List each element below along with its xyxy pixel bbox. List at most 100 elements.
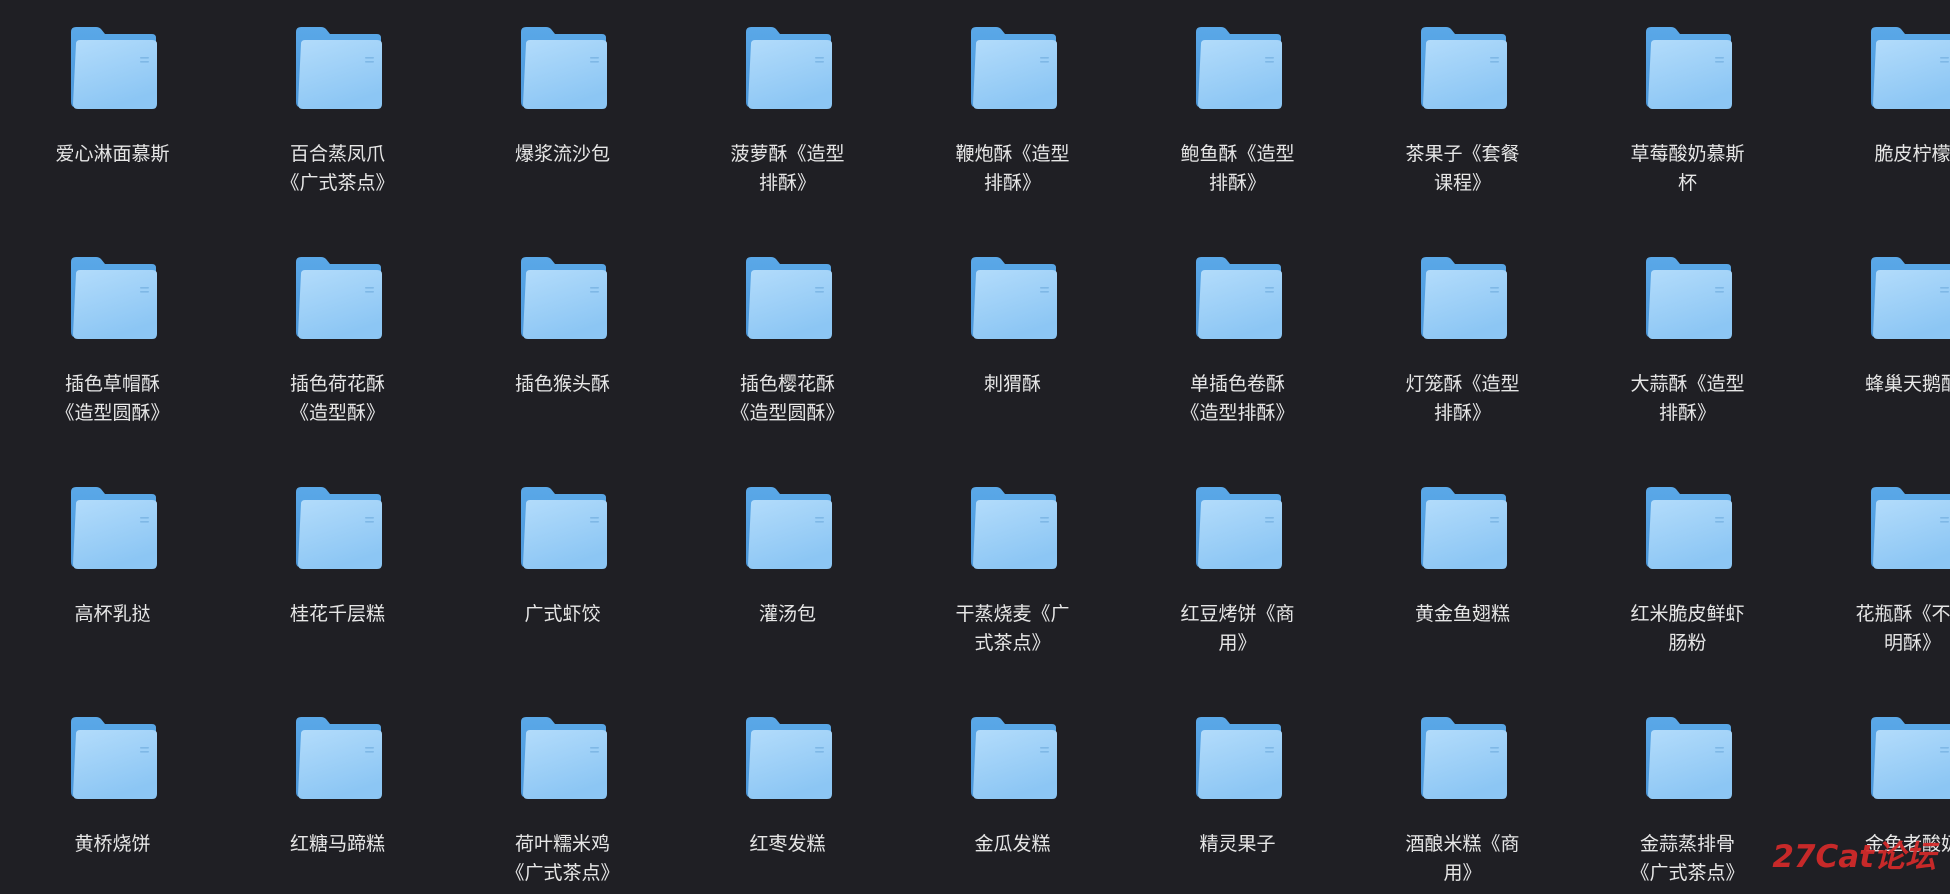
folder-icon xyxy=(1870,257,1950,339)
folder-icon xyxy=(745,487,832,569)
folder-label: 荷叶糯米鸡《广式茶点》 xyxy=(505,833,620,884)
folder-icon xyxy=(1195,27,1282,109)
folder-item[interactable]: 鞭炮酥《造型排酥》 xyxy=(900,0,1125,230)
folder-item[interactable]: 茶果子《套餐课程》 xyxy=(1350,0,1575,230)
folder-label: 金瓜发糕 xyxy=(974,833,1051,855)
folder-icon xyxy=(1870,27,1950,109)
folder-item[interactable]: 桂花千层糕 xyxy=(225,460,450,690)
folder-label: 金蒜蒸排骨《广式茶点》 xyxy=(1630,833,1745,884)
folder-icon xyxy=(295,487,382,569)
folder-icon xyxy=(970,487,1057,569)
folder-label: 高杯乳挞 xyxy=(74,603,151,625)
folder-icon xyxy=(295,27,382,109)
folder-label: 花瓶酥《不冻明酥》 xyxy=(1855,603,1950,654)
folder-item[interactable]: 爱心淋面慕斯 xyxy=(0,0,225,230)
folder-icon xyxy=(1870,717,1950,799)
folder-label: 爱心淋面慕斯 xyxy=(55,143,170,165)
folder-item[interactable]: 荷叶糯米鸡《广式茶点》 xyxy=(450,690,675,894)
folder-label: 红米脆皮鲜虾肠粉 xyxy=(1630,603,1745,654)
folder-item[interactable]: 高杯乳挞 xyxy=(0,460,225,690)
folder-icon xyxy=(1645,257,1732,339)
folder-label: 黄金鱼翅糕 xyxy=(1414,603,1510,625)
folder-item[interactable]: 插色荷花酥《造型酥》 xyxy=(225,230,450,460)
folder-icon xyxy=(1195,717,1282,799)
folder-item[interactable]: 红糖马蹄糕 xyxy=(225,690,450,894)
folder-item[interactable]: 花瓶酥《不冻明酥》 xyxy=(1800,460,1950,690)
folder-item[interactable]: 刺猬酥 xyxy=(900,230,1125,460)
folder-icon xyxy=(1420,257,1507,339)
folder-item[interactable]: 鲍鱼酥《造型排酥》 xyxy=(1125,0,1350,230)
folder-item[interactable]: 草莓酸奶慕斯杯 xyxy=(1575,0,1800,230)
folder-icon xyxy=(1870,487,1950,569)
folder-item[interactable]: 干蒸烧麦《广式茶点》 xyxy=(900,460,1125,690)
folder-label: 灌汤包 xyxy=(758,603,816,625)
folder-item[interactable]: 金蒜蒸排骨《广式茶点》 xyxy=(1575,690,1800,894)
folder-label: 刺猬酥 xyxy=(983,373,1041,395)
watermark-logo: 27Cat论坛 xyxy=(1772,839,1936,875)
folder-label: 干蒸烧麦《广式茶点》 xyxy=(955,603,1070,654)
folder-label: 草莓酸奶慕斯杯 xyxy=(1630,143,1745,194)
folder-item[interactable]: 插色草帽酥《造型圆酥》 xyxy=(0,230,225,460)
folder-icon xyxy=(1645,717,1732,799)
folder-icon xyxy=(520,487,607,569)
folder-item[interactable]: 蜂巢天鹅酥 xyxy=(1800,230,1950,460)
folder-label: 红豆烤饼《商用》 xyxy=(1180,603,1295,654)
folder-label: 百合蒸凤爪《广式茶点》 xyxy=(280,143,395,194)
folder-item[interactable]: 红枣发糕 xyxy=(675,690,900,894)
folder-item[interactable]: 金瓜发糕 xyxy=(900,690,1125,894)
folder-icon xyxy=(1645,27,1732,109)
folder-label: 插色樱花酥《造型圆酥》 xyxy=(730,373,845,424)
folder-label: 插色草帽酥《造型圆酥》 xyxy=(55,373,170,424)
folder-icon xyxy=(70,717,157,799)
folder-item[interactable]: 精灵果子 xyxy=(1125,690,1350,894)
folder-icon xyxy=(70,487,157,569)
folder-icon xyxy=(970,27,1057,109)
folder-icon xyxy=(1420,717,1507,799)
folder-icon xyxy=(70,257,157,339)
folder-icon xyxy=(70,27,157,109)
folder-item[interactable]: 红米脆皮鲜虾肠粉 xyxy=(1575,460,1800,690)
folder-icon xyxy=(1420,487,1507,569)
folder-icon xyxy=(295,717,382,799)
folder-item[interactable]: 菠萝酥《造型排酥》 xyxy=(675,0,900,230)
folder-item[interactable]: 单插色卷酥《造型排酥》 xyxy=(1125,230,1350,460)
folder-label: 菠萝酥《造型排酥》 xyxy=(730,143,845,194)
folder-label: 大蒜酥《造型排酥》 xyxy=(1630,373,1745,424)
folder-label: 红糖马蹄糕 xyxy=(289,833,385,855)
folder-label: 黄桥烧饼 xyxy=(74,833,151,855)
folder-icon xyxy=(745,257,832,339)
folder-item[interactable]: 爆浆流沙包 xyxy=(450,0,675,230)
folder-item[interactable]: 灌汤包 xyxy=(675,460,900,690)
folder-label: 广式虾饺 xyxy=(524,603,601,625)
folder-item[interactable]: 插色猴头酥 xyxy=(450,230,675,460)
folder-item[interactable]: 插色樱花酥《造型圆酥》 xyxy=(675,230,900,460)
folder-label: 鞭炮酥《造型排酥》 xyxy=(955,143,1070,194)
folder-icon xyxy=(970,717,1057,799)
folder-item[interactable]: 酒酿米糕《商用》 xyxy=(1350,690,1575,894)
folder-grid: 爱心淋面慕斯 百合蒸凤爪《广式茶点》 爆浆流沙包 菠萝酥《造型排酥》 鞭炮酥《造… xyxy=(0,0,1950,894)
folder-label: 桂花千层糕 xyxy=(289,603,385,625)
folder-icon xyxy=(745,717,832,799)
folder-label: 灯笼酥《造型排酥》 xyxy=(1405,373,1520,424)
folder-icon xyxy=(1195,257,1282,339)
folder-item[interactable]: 百合蒸凤爪《广式茶点》 xyxy=(225,0,450,230)
folder-item[interactable]: 大蒜酥《造型排酥》 xyxy=(1575,230,1800,460)
folder-icon xyxy=(295,257,382,339)
folder-item[interactable]: 黄金鱼翅糕 xyxy=(1350,460,1575,690)
folder-item[interactable]: 红豆烤饼《商用》 xyxy=(1125,460,1350,690)
folder-item[interactable]: 黄桥烧饼 xyxy=(0,690,225,894)
folder-item[interactable]: 灯笼酥《造型排酥》 xyxy=(1350,230,1575,460)
folder-icon xyxy=(745,27,832,109)
folder-label: 脆皮柠檬 xyxy=(1874,143,1950,165)
folder-icon xyxy=(520,717,607,799)
folder-icon xyxy=(520,27,607,109)
folder-label: 插色猴头酥 xyxy=(514,373,610,395)
folder-label: 精灵果子 xyxy=(1199,833,1276,855)
folder-item[interactable]: 广式虾饺 xyxy=(450,460,675,690)
folder-label: 红枣发糕 xyxy=(749,833,826,855)
folder-label: 茶果子《套餐课程》 xyxy=(1405,143,1520,194)
folder-item[interactable]: 脆皮柠檬 xyxy=(1800,0,1950,230)
folder-icon xyxy=(1420,27,1507,109)
folder-icon xyxy=(1195,487,1282,569)
folder-label: 酒酿米糕《商用》 xyxy=(1405,833,1520,884)
